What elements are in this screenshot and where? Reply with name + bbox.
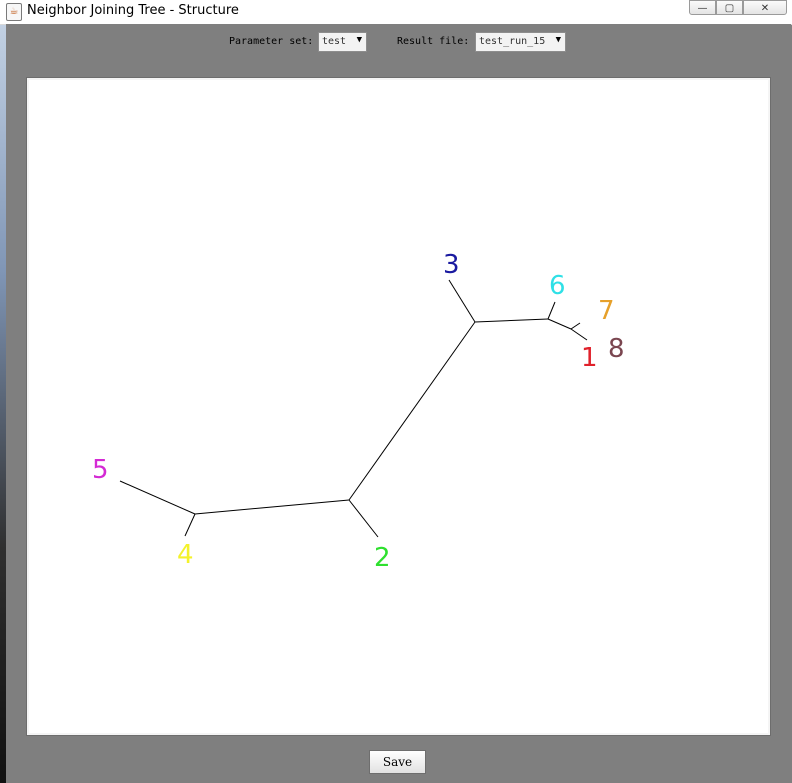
parameter-set-value: test [322, 36, 347, 47]
tree-branch [348, 321, 476, 501]
tree-branch [547, 301, 556, 320]
tree-branch [474, 318, 549, 323]
parameter-set-dropdown[interactable]: test ▼ [318, 32, 367, 52]
java-cup-icon: ☕ [6, 3, 22, 21]
tree-panel: 3 6 7 8 1 5 4 2 [26, 77, 771, 736]
leaf-label-1: 1 [581, 343, 598, 373]
leaf-label-5: 5 [92, 455, 109, 485]
save-button[interactable]: Save [369, 750, 426, 774]
maximize-button[interactable]: ▢ [716, 0, 743, 15]
tree-branch [448, 279, 476, 323]
close-button[interactable]: ✕ [743, 0, 787, 15]
tree-canvas: 3 6 7 8 1 5 4 2 [29, 80, 768, 733]
tree-branch [570, 322, 581, 330]
leaf-label-2: 2 [374, 543, 391, 573]
parameter-set-label: Parameter set: [229, 36, 314, 47]
tree-branch [547, 318, 572, 330]
dropdown-arrow-icon: ▼ [356, 35, 362, 45]
tree-branch [570, 328, 588, 341]
leaf-label-3: 3 [443, 250, 460, 280]
title-bar[interactable]: ☕ Neighbor Joining Tree - Structure — ▢ … [0, 0, 792, 25]
tree-branch [119, 480, 196, 515]
result-file-dropdown[interactable]: test_run_15 ▼ [475, 32, 566, 52]
result-file-value: test_run_15 [479, 36, 546, 47]
dropdown-arrow-icon: ▼ [555, 35, 561, 45]
window-title: Neighbor Joining Tree - Structure [27, 3, 239, 18]
leaf-label-4: 4 [177, 540, 194, 570]
tree-branch [194, 499, 350, 515]
leaf-label-7: 7 [598, 296, 615, 326]
leaf-label-6: 6 [549, 271, 566, 301]
tree-branch [184, 513, 196, 537]
tree-branch [348, 499, 379, 538]
minimize-button[interactable]: — [689, 0, 716, 15]
result-file-label: Result file: [397, 36, 470, 47]
neighbor-joining-tree: 3 6 7 8 1 5 4 2 [92, 250, 625, 573]
leaf-label-8: 8 [608, 334, 625, 364]
